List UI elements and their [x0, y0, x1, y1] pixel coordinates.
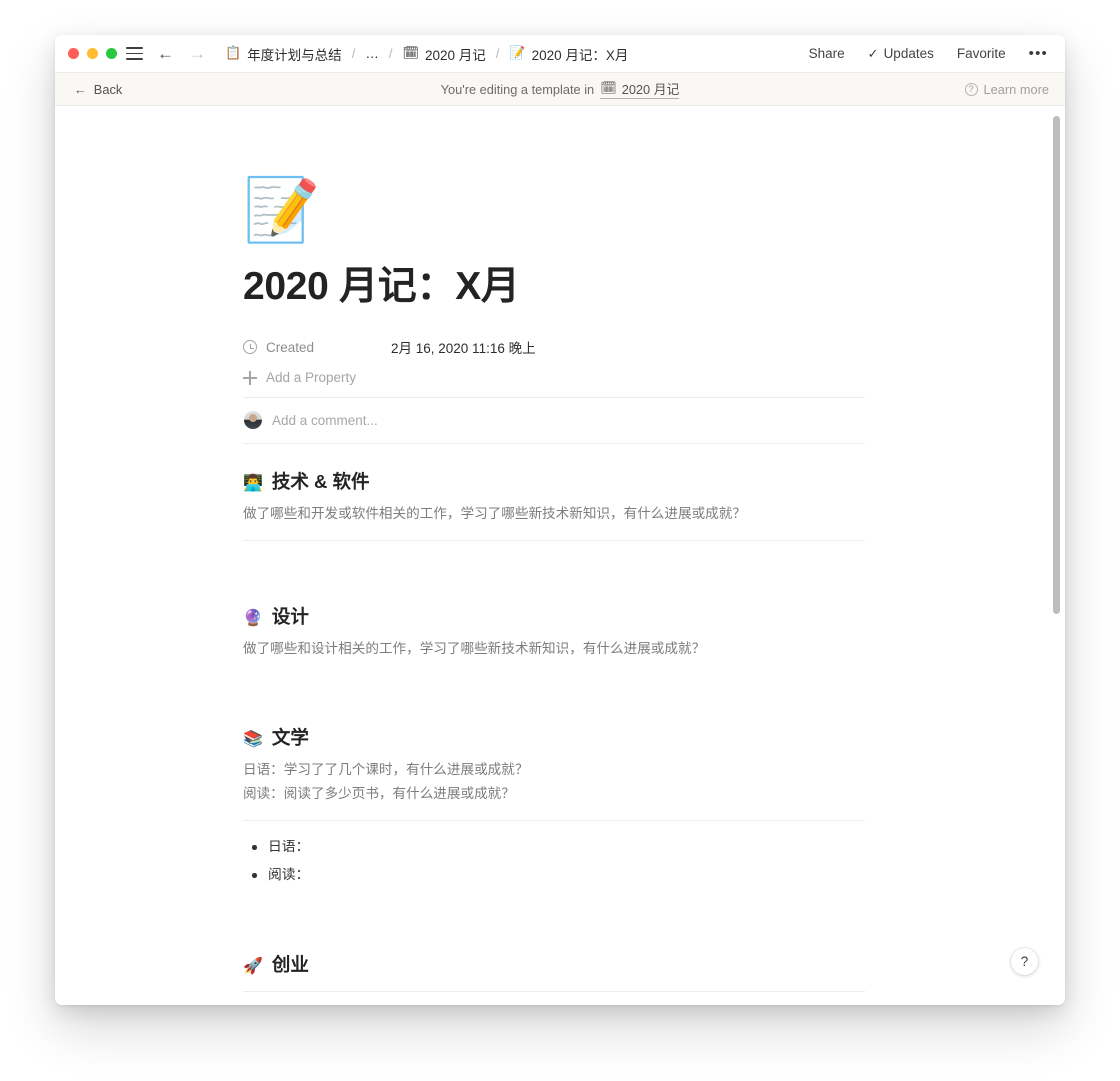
- breadcrumb-label-1: …: [365, 46, 379, 61]
- updates-button[interactable]: ✓ Updates: [865, 44, 937, 64]
- property-value-created[interactable]: 2月 16, 2020 11:16 晚上: [391, 337, 536, 357]
- section-line-2-1[interactable]: 阅读：阅读了多少页书，有什么进展或成就？: [243, 783, 865, 804]
- rocket-icon: 🚀: [243, 956, 263, 976]
- back-label: Back: [93, 81, 123, 97]
- technologist-icon: 👨‍💻: [243, 472, 263, 492]
- navigation-arrows: ← →: [157, 45, 206, 62]
- comment-placeholder: Add a comment...: [272, 412, 378, 428]
- back-button[interactable]: ← Back: [69, 79, 127, 100]
- banner-database-name: 2020 月记: [621, 82, 680, 97]
- clipboard-icon: 📋: [225, 46, 242, 61]
- list-item[interactable]: 日语：: [243, 833, 865, 861]
- section-heading-1[interactable]: 🔮 设计: [243, 603, 865, 629]
- learn-more-link[interactable]: ? Learn more: [964, 81, 1049, 97]
- banner-database-link[interactable]: 🗓 2020 月记: [600, 79, 680, 99]
- breadcrumb-separator-1: /: [388, 46, 393, 61]
- section-line-1-0[interactable]: 做了哪些和设计相关的工作，学习了哪些新技术新知识，有什么进展或成就？: [243, 638, 865, 659]
- back-arrow-icon-banner: ←: [74, 81, 87, 97]
- banner-message-text: You're editing a template in: [440, 81, 595, 97]
- books-icon: 📚: [243, 728, 263, 748]
- banner-message: You're editing a template in 🗓 2020 月记: [55, 79, 1065, 99]
- breadcrumb-label-2: 2020 月记: [424, 47, 486, 63]
- avatar: [244, 411, 262, 430]
- updates-label: Updates: [883, 46, 934, 61]
- breadcrumb-item-3[interactable]: 📝 2020 月记：X月: [506, 43, 631, 65]
- template-editing-banner: ← Back You're editing a template in 🗓 20…: [55, 72, 1065, 106]
- content-section-3: 🚀 创业: [243, 951, 865, 977]
- content-section-0: 👨‍💻 技术 & 软件 做了哪些和开发或软件相关的工作，学习了哪些新技术新知识，…: [243, 444, 865, 540]
- section-heading-3[interactable]: 🚀 创业: [243, 951, 865, 977]
- section-heading-text-1: 设计: [271, 605, 309, 627]
- section-heading-text-3: 创业: [271, 954, 309, 976]
- plus-icon: [243, 370, 257, 385]
- page-emoji-icon[interactable]: 📝: [243, 179, 320, 241]
- breadcrumb-item-1[interactable]: …: [362, 45, 382, 62]
- calendar-icon: 🗓: [402, 46, 419, 61]
- back-arrow-icon[interactable]: ←: [157, 45, 174, 62]
- section-heading-0[interactable]: 👨‍💻 技术 & 软件: [243, 468, 865, 494]
- minimize-window-button[interactable]: [87, 48, 98, 59]
- list-item[interactable]: 阅读：: [243, 861, 865, 889]
- section-line-2-0[interactable]: 日语：学习了了几个课时，有什么进展或成就？: [243, 759, 865, 780]
- content-section-1: 🔮 设计 做了哪些和设计相关的工作，学习了哪些新技术新知识，有什么进展或成就？: [243, 603, 865, 724]
- page-properties: Created 2月 16, 2020 11:16 晚上 Add a Prope…: [243, 332, 865, 393]
- more-options-icon[interactable]: •••: [1026, 46, 1051, 61]
- breadcrumb-label-0: 年度计划与总结: [247, 47, 342, 63]
- traffic-light-group: [68, 48, 117, 59]
- property-row-created: Created 2月 16, 2020 11:16 晚上: [243, 332, 865, 363]
- divider-after-section-2: [243, 820, 865, 822]
- notion-app-window: ← → 📋 年度计划与总结 / … / 🗓 2020 月记 / 📝 2020 月…: [55, 35, 1065, 1005]
- question-mark-icon: ?: [964, 82, 978, 96]
- breadcrumb: 📋 年度计划与总结 / … / 🗓 2020 月记 / 📝 2020 月记：X月: [222, 43, 631, 65]
- bullet-list: 日语： 阅读：: [243, 833, 865, 889]
- favorite-button[interactable]: Favorite: [954, 44, 1009, 63]
- sidebar-toggle-icon[interactable]: [126, 47, 143, 60]
- section-line-0-0[interactable]: 做了哪些和开发或软件相关的工作，学习了哪些新技术新知识，有什么进展或成就？: [243, 503, 865, 524]
- breadcrumb-separator-0: /: [351, 46, 356, 61]
- page-title[interactable]: 2020 月记：X月: [243, 265, 865, 310]
- calendar-icon-banner: 🗓: [600, 81, 617, 96]
- section-heading-text-0: 技术 & 软件: [271, 470, 370, 492]
- add-property-label: Add a Property: [266, 370, 357, 386]
- forward-arrow-icon: →: [189, 44, 206, 63]
- breadcrumb-item-2[interactable]: 🗓 2020 月记: [399, 43, 488, 65]
- clock-icon: [243, 340, 257, 355]
- learn-more-label: Learn more: [983, 81, 1049, 97]
- add-comment-row[interactable]: Add a comment...: [243, 398, 865, 443]
- scrollbar-thumb[interactable]: [1053, 116, 1060, 614]
- property-label-created[interactable]: Created: [243, 340, 391, 355]
- crystal-ball-icon: 🔮: [243, 607, 263, 627]
- window-titlebar: ← → 📋 年度计划与总结 / … / 🗓 2020 月记 / 📝 2020 月…: [55, 35, 1065, 72]
- zoom-window-button[interactable]: [106, 48, 117, 59]
- close-window-button[interactable]: [68, 48, 79, 59]
- breadcrumb-separator-2: /: [495, 46, 500, 61]
- content-section-2: 📚 文学 日语：学习了了几个课时，有什么进展或成就？ 阅读：阅读了多少页书，有什…: [243, 724, 865, 820]
- help-button[interactable]: ?: [1011, 948, 1038, 975]
- breadcrumb-label-3: 2020 月记：X月: [531, 47, 629, 63]
- add-property-button[interactable]: Add a Property: [243, 363, 356, 393]
- breadcrumb-item-0[interactable]: 📋 年度计划与总结: [222, 43, 345, 65]
- section-heading-2[interactable]: 📚 文学: [243, 724, 865, 750]
- page-scroll-area: 📝 2020 月记：X月 Created 2月 16, 2020 11:16 晚…: [55, 106, 1065, 1005]
- memo-icon: 📝: [509, 46, 526, 61]
- property-name-created: Created: [266, 339, 315, 355]
- page-scrollbar[interactable]: [1051, 106, 1062, 1005]
- titlebar-actions: Share ✓ Updates Favorite •••: [806, 44, 1051, 64]
- share-button[interactable]: Share: [806, 44, 848, 63]
- check-icon: ✓: [867, 45, 879, 61]
- section-heading-text-2: 文学: [271, 726, 309, 748]
- share-label: Share: [808, 46, 845, 61]
- favorite-label: Favorite: [956, 46, 1006, 61]
